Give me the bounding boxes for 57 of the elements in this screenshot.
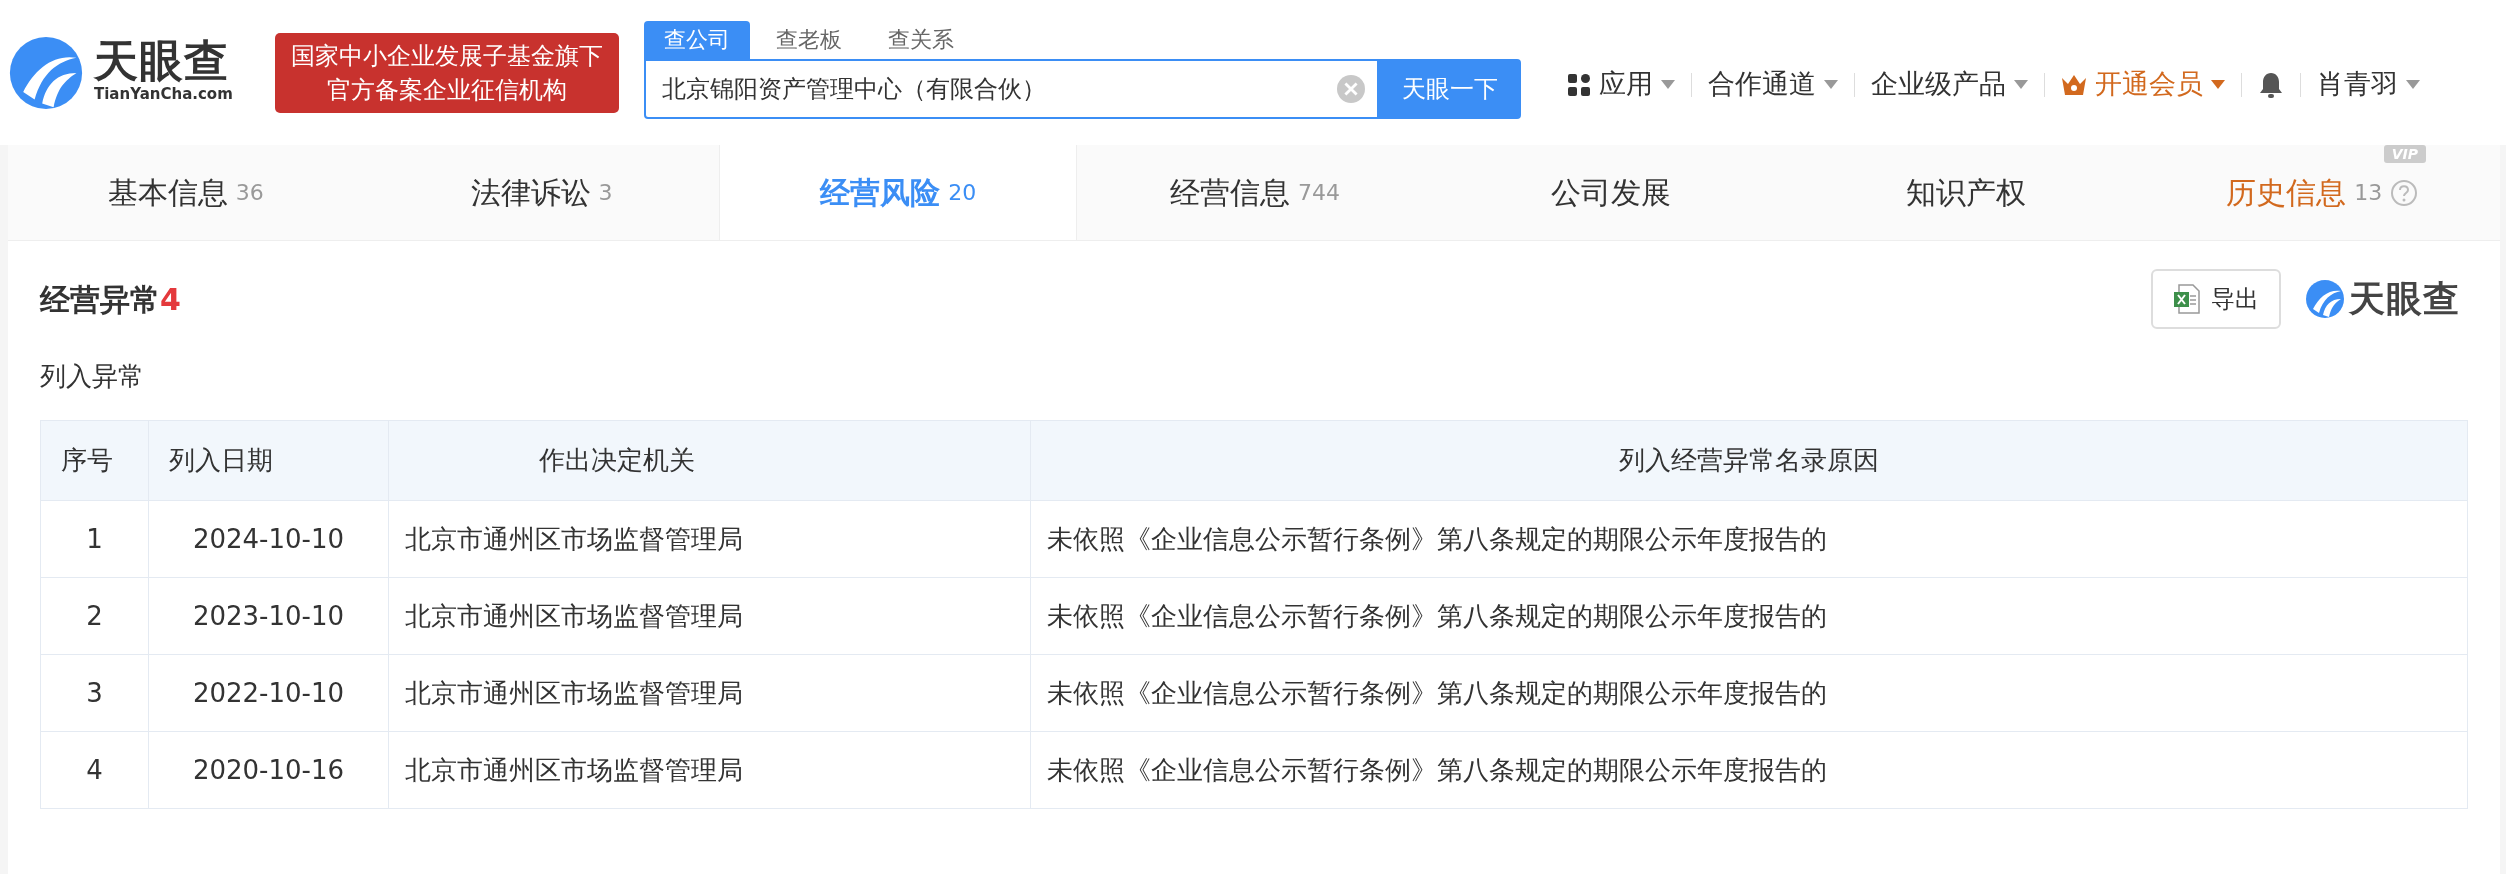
table-cell: 2020-10-16: [148, 731, 389, 809]
table-cell: 北京市通州区市场监督管理局: [388, 731, 1031, 809]
caret-icon: [2211, 80, 2225, 89]
search-tab[interactable]: 查关系: [868, 20, 974, 59]
table-cell: 2023-10-10: [148, 577, 389, 655]
table-cell: 未依照《企业信息公示暂行条例》第八条规定的期限公示年度报告的: [1030, 500, 2468, 578]
logo-icon: [2305, 279, 2345, 319]
search-field[interactable]: 北京锦阳资产管理中心（有限合伙）: [644, 58, 1379, 119]
table-cell: 北京市通州区市场监督管理局: [388, 654, 1031, 732]
caret-icon: [1661, 80, 1675, 89]
clear-icon[interactable]: [1337, 74, 1365, 103]
logo-domain: TianYanCha.com: [94, 84, 233, 106]
search-tab[interactable]: 查老板: [756, 20, 862, 59]
apps-menu[interactable]: 应用: [1551, 64, 1691, 105]
export-button[interactable]: 导出: [2151, 269, 2281, 329]
tab-count: 36: [235, 179, 264, 207]
tab[interactable]: 基本信息 36: [8, 145, 364, 240]
tab-count: 20: [948, 179, 977, 207]
table-cell: 北京市通州区市场监督管理局: [388, 500, 1031, 578]
nav-menu[interactable]: 肖青羽: [2301, 64, 2436, 105]
caret-icon: [1824, 80, 1838, 89]
tab[interactable]: 知识产权: [1788, 145, 2145, 240]
table-cell: 未依照《企业信息公示暂行条例》第八条规定的期限公示年度报告的: [1030, 654, 2468, 732]
table-cell: 未依照《企业信息公示暂行条例》第八条规定的期限公示年度报告的: [1030, 577, 2468, 655]
certification-badge: 国家中小企业发展子基金旗下 官方备案企业征信机构: [275, 32, 619, 113]
table-cell: 未依照《企业信息公示暂行条例》第八条规定的期限公示年度报告的: [1030, 731, 2468, 809]
column-header: 列入经营异常名录原因: [1030, 420, 2468, 501]
spreadsheet-icon: [2173, 284, 2201, 314]
tab[interactable]: 公司发展: [1432, 145, 1789, 240]
logo-text: 天眼查: [94, 39, 230, 84]
tab[interactable]: 法律诉讼 3: [363, 145, 720, 240]
table-cell: 2024-10-10: [148, 500, 389, 578]
nav-menu[interactable]: 合作通道: [1692, 64, 1854, 105]
subsection-title: 列入异常: [40, 360, 145, 393]
crown-icon: [2061, 73, 2087, 96]
tab-count: 744: [1298, 179, 1340, 207]
tab-count: 13: [2354, 179, 2383, 207]
column-header: 列入日期: [148, 420, 389, 501]
caret-icon: [2406, 80, 2420, 89]
column-header: 作出决定机关: [388, 420, 1031, 501]
grid-icon: [1567, 72, 1591, 97]
tab[interactable]: 经营信息 744: [1077, 145, 1433, 240]
tab-count: 3: [598, 179, 613, 207]
brand-logo-text: 天眼查: [2349, 281, 2460, 317]
caret-icon: [2014, 80, 2028, 89]
table-cell: 1: [40, 500, 149, 578]
help-icon[interactable]: [2390, 178, 2419, 207]
table-cell: 2: [40, 577, 149, 655]
table-cell: 4: [40, 731, 149, 809]
table-cell: 2022-10-10: [148, 654, 389, 732]
table-cell: 3: [40, 654, 149, 732]
column-header: 序号: [40, 420, 149, 501]
table-cell: 北京市通州区市场监督管理局: [388, 577, 1031, 655]
nav-menu[interactable]: 企业级产品: [1855, 64, 2044, 105]
section-title: 经营异常4: [40, 280, 181, 319]
logo-icon: [8, 34, 84, 111]
vip-menu[interactable]: 开通会员: [2045, 64, 2241, 105]
